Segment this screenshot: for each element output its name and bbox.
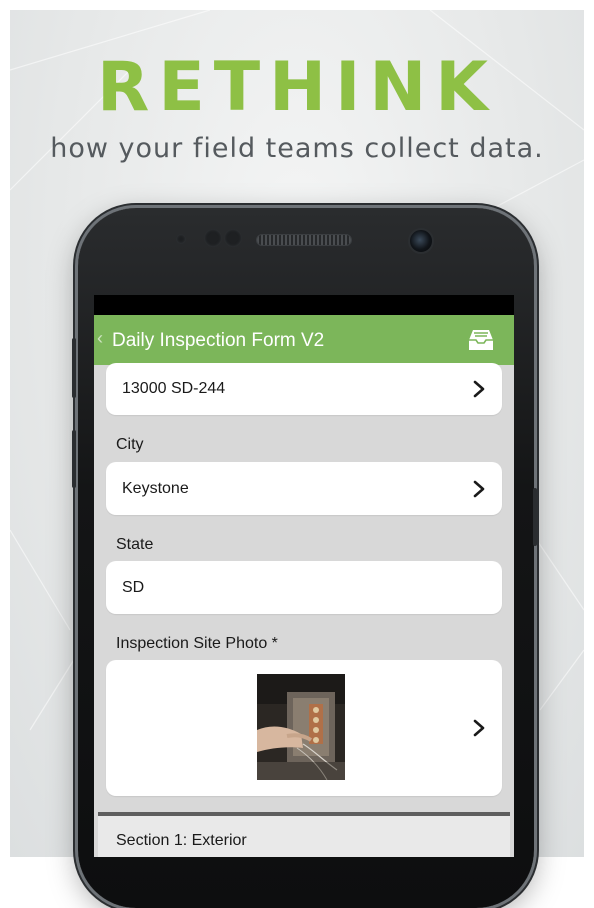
tagline: how your field teams collect data. — [50, 133, 544, 164]
app-bar: ‹ Daily Inspection Form V2 — [94, 315, 514, 365]
chevron-right-icon — [473, 380, 485, 398]
bixby-button — [72, 430, 76, 488]
proximity-sensor — [176, 234, 186, 244]
address-value: 13000 SD-244 — [122, 380, 226, 397]
iris-led — [224, 229, 242, 247]
earpiece-speaker — [256, 234, 352, 246]
address-field[interactable]: 13000 SD-244 — [106, 363, 502, 415]
chevron-right-icon — [473, 719, 485, 737]
inbox-tray-icon[interactable] — [468, 328, 494, 352]
inspection-photo-thumbnail[interactable] — [257, 674, 345, 780]
front-camera — [408, 228, 434, 254]
photo-label: Inspection Site Photo * — [116, 635, 278, 652]
page-title: Daily Inspection Form V2 — [112, 330, 325, 351]
state-field[interactable]: SD — [106, 561, 502, 614]
phone-screen: ‹ Daily Inspection Form V2 13000 SD-244 … — [94, 295, 514, 857]
photo-field[interactable] — [106, 660, 502, 796]
city-value: Keystone — [122, 480, 189, 497]
state-value: SD — [122, 579, 145, 596]
section-title: Section 1: Exterior — [116, 832, 247, 849]
chevron-left-icon[interactable]: ‹ — [97, 328, 103, 349]
iris-sensor — [204, 229, 222, 247]
city-label: City — [116, 436, 144, 453]
headline: RETHINK — [96, 48, 497, 127]
volume-button — [72, 338, 76, 398]
state-label: State — [116, 536, 154, 553]
chevron-right-icon — [473, 480, 485, 498]
status-bar — [94, 295, 514, 315]
photo-image — [257, 674, 345, 780]
city-field[interactable]: Keystone — [106, 462, 502, 515]
power-button — [533, 488, 537, 546]
section-header[interactable]: Section 1: Exterior — [98, 812, 510, 857]
